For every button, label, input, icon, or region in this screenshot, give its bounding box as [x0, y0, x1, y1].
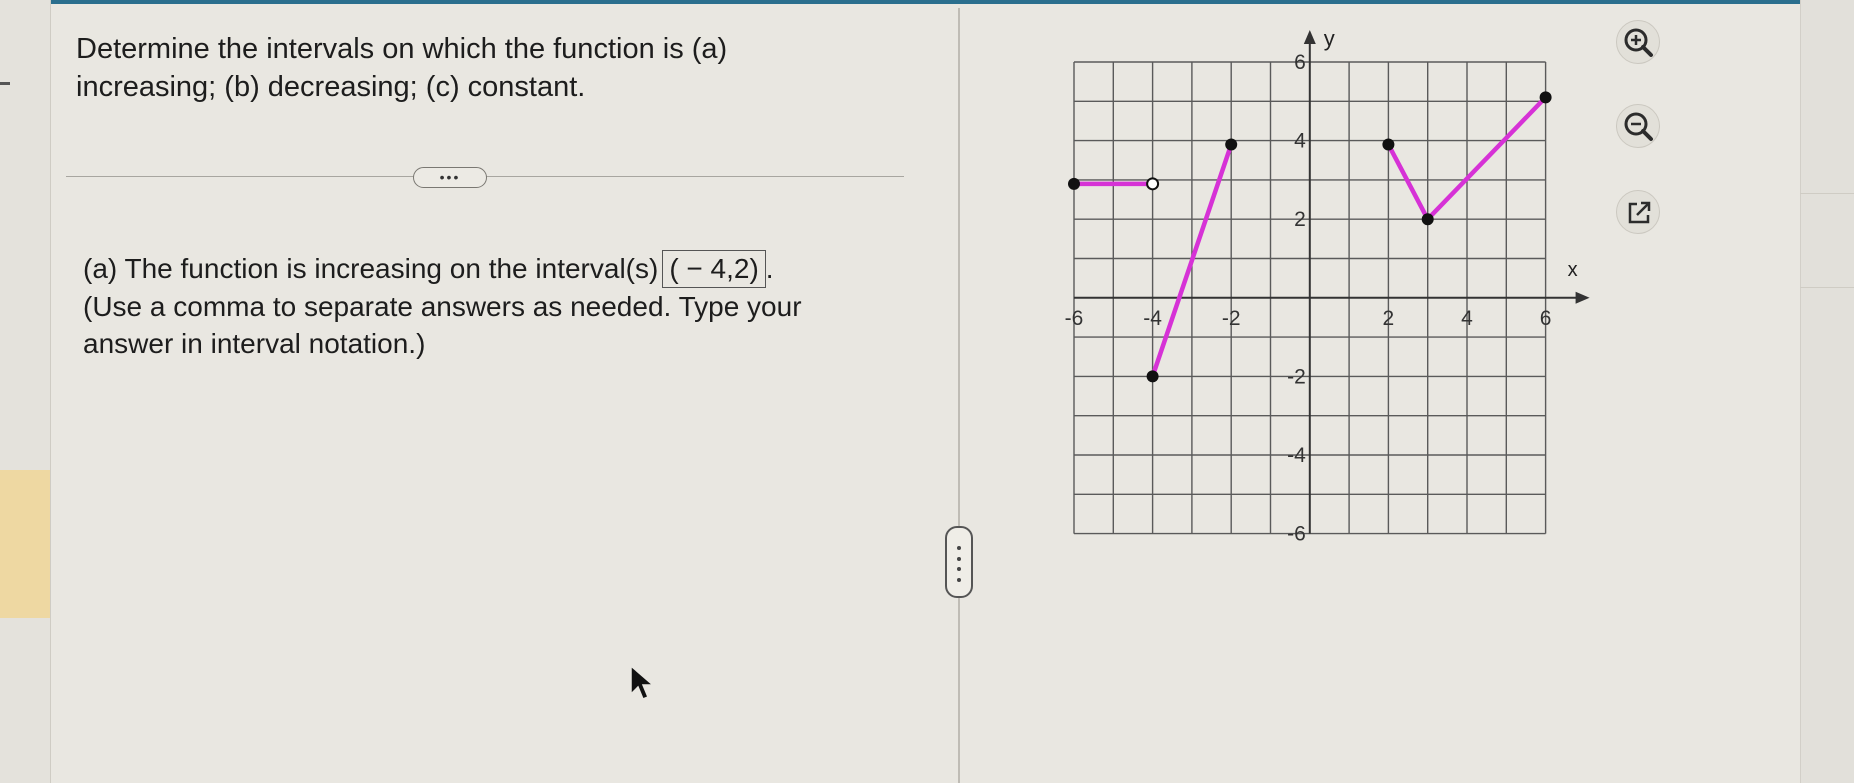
- x-tick-label: 6: [1540, 307, 1552, 330]
- answer-hint: (Use a comma to separate answers as need…: [83, 291, 802, 322]
- zoom-in-icon: [1624, 28, 1653, 57]
- closed-endpoint: [1421, 213, 1434, 226]
- open-external-icon: [1628, 201, 1651, 224]
- answer-hint: answer in interval notation.): [83, 328, 426, 359]
- question-line: Determine the intervals on which the fun…: [76, 33, 728, 65]
- show-more-button[interactable]: •••: [413, 167, 487, 188]
- y-tick-label: -6: [1287, 523, 1306, 546]
- closed-endpoint: [1539, 91, 1552, 104]
- left-collapse-marker[interactable]: [0, 82, 10, 85]
- right-sidebar-strip: [1800, 0, 1854, 783]
- closed-endpoint: [1382, 138, 1395, 151]
- zoom-in-button[interactable]: [1616, 20, 1660, 64]
- top-accent-bar: [0, 0, 1854, 4]
- answer-line: (a) The function is increasing on the in…: [83, 250, 883, 288]
- open-endpoint: [1146, 177, 1160, 191]
- x-tick-label: -2: [1222, 307, 1241, 330]
- answer-suffix: .: [765, 253, 774, 284]
- y-axis-label: y: [1324, 26, 1335, 51]
- x-tick-label: -6: [1065, 307, 1084, 330]
- y-tick-label: -4: [1287, 444, 1306, 467]
- left-sidebar-strip: [0, 0, 51, 783]
- question-line: increasing; (b) decreasing; (c) constant…: [76, 71, 586, 103]
- x-tick-label: 2: [1383, 307, 1395, 330]
- mouse-cursor-icon: [630, 664, 656, 700]
- answer-section: (a) The function is increasing on the in…: [83, 250, 883, 362]
- x-axis-arrow: [1575, 291, 1590, 304]
- x-tick-label: 4: [1461, 307, 1473, 330]
- zoom-out-button[interactable]: [1616, 104, 1660, 148]
- splitter-handle[interactable]: [945, 526, 973, 598]
- graph-axes: xy: [1074, 26, 1590, 534]
- y-axis-arrow: [1303, 30, 1316, 44]
- closed-endpoint: [1068, 177, 1080, 190]
- panel-splitter: [958, 8, 960, 783]
- answer-input[interactable]: ( − 4,2): [662, 250, 766, 288]
- x-tick-label: -4: [1143, 307, 1162, 330]
- answer-prefix: (a) The function is increasing on the in…: [83, 253, 659, 284]
- left-highlight-tab[interactable]: [0, 470, 50, 618]
- right-strip-divider: [1800, 193, 1854, 194]
- x-axis-label: x: [1568, 259, 1578, 281]
- grip-icon: [957, 546, 961, 582]
- zoom-out-icon: [1624, 112, 1653, 141]
- y-tick-label: 4: [1294, 130, 1306, 153]
- closed-endpoint: [1225, 138, 1238, 151]
- function-graph: xy -6 -4 -2 2 4 6642-2-4-6: [1065, 26, 1590, 546]
- question-text: Determine the intervals on which the fun…: [76, 30, 796, 106]
- open-external-button[interactable]: [1616, 190, 1660, 234]
- y-tick-label: -2: [1287, 365, 1306, 388]
- y-tick-label: 2: [1294, 208, 1306, 231]
- right-strip-divider: [1800, 287, 1854, 288]
- closed-endpoint: [1146, 370, 1159, 383]
- y-tick-label: 6: [1294, 51, 1306, 74]
